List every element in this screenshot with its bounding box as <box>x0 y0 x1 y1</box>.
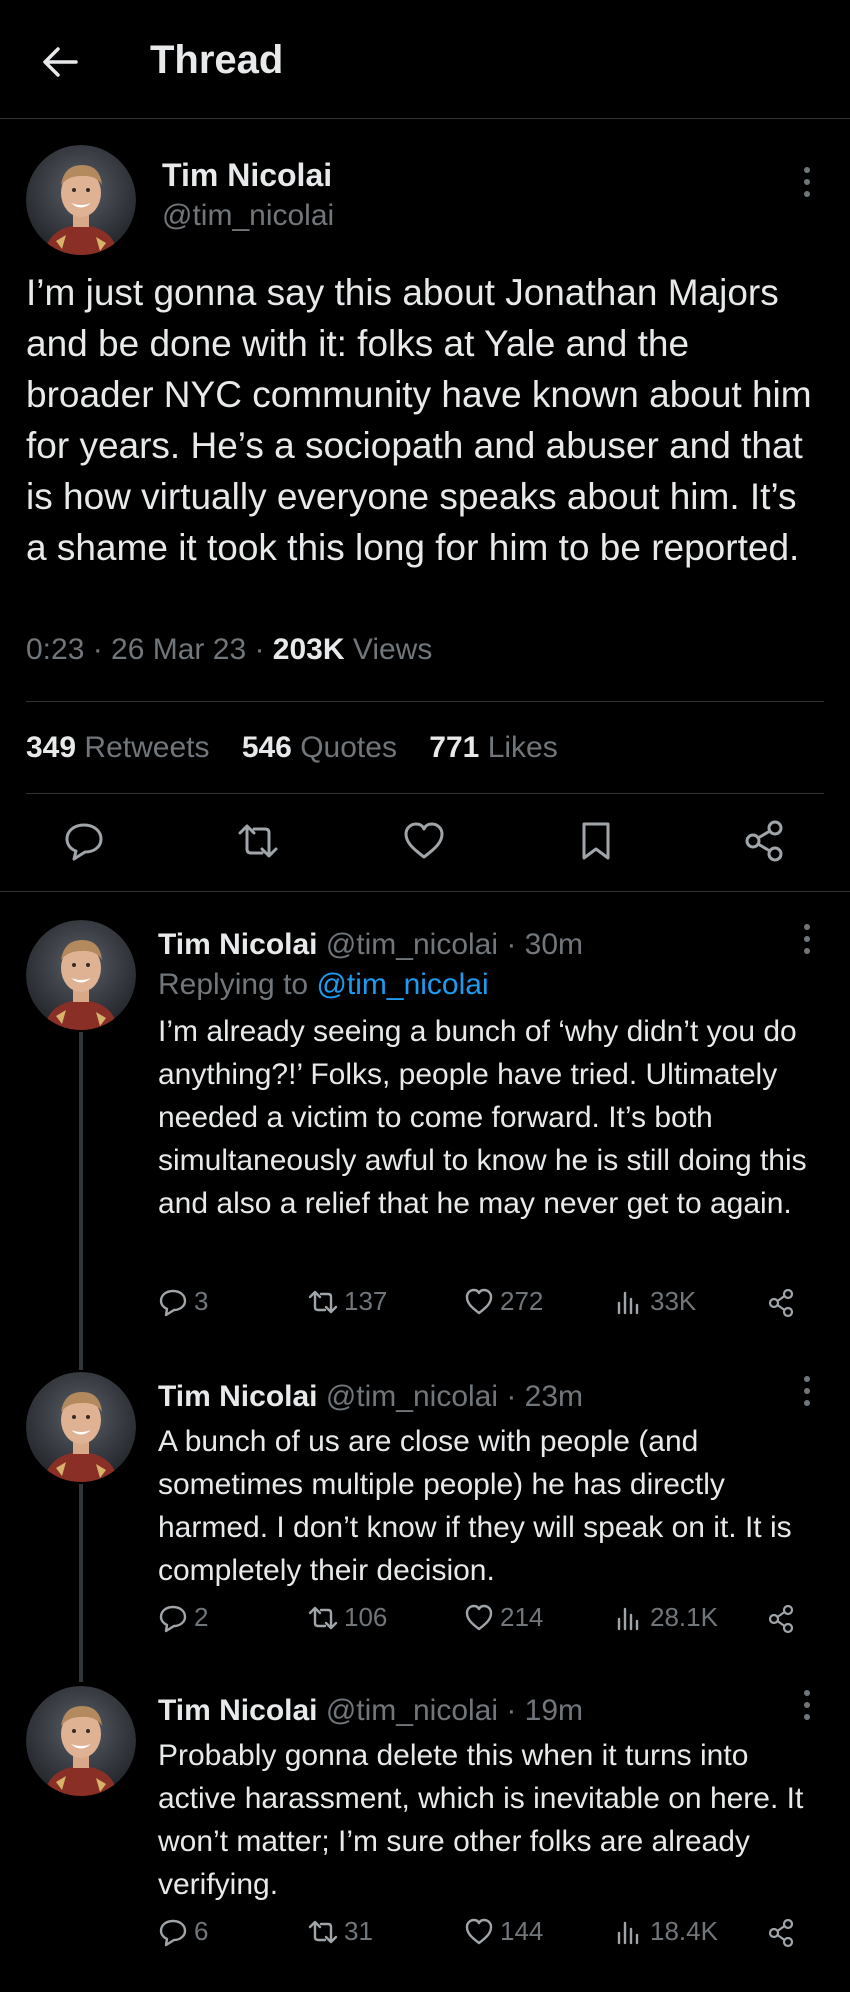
likes-count: 771 <box>429 731 480 764</box>
avatar[interactable] <box>26 1686 136 1796</box>
likes-label: Likes <box>487 731 558 764</box>
more-options-icon[interactable] <box>800 1374 814 1408</box>
tweet-text: I’m already seeing a bunch of ‘why didn’… <box>158 1015 807 1220</box>
views-icon <box>617 1607 639 1630</box>
retweet-icon <box>308 1606 338 1629</box>
reply-tweet[interactable]: Tim Nicolai @tim_nicolai · 30m Replying … <box>0 920 850 1318</box>
more-options-icon[interactable] <box>800 922 814 956</box>
views-count: 203K <box>272 633 345 666</box>
like-icon <box>465 1604 493 1630</box>
quotes-label: Quotes <box>300 731 397 764</box>
reply-icon <box>159 1919 187 1946</box>
engagement-counts: 349 Retweets 546 Quotes 771 Likes <box>26 731 582 765</box>
share-icon[interactable] <box>766 1918 796 1948</box>
retweet-icon <box>308 1290 338 1313</box>
reply-header: Tim Nicolai @tim_nicolai · 30m <box>158 928 583 962</box>
author-name[interactable]: Tim Nicolai <box>158 1694 318 1727</box>
reply-icon <box>159 1605 187 1632</box>
views-count: 18.4K <box>650 1916 718 1946</box>
author-name[interactable]: Tim Nicolai <box>162 157 332 194</box>
like-icon <box>465 1288 493 1314</box>
reply-stats: 6 31 144 18.4K <box>158 1916 808 1950</box>
views-stat[interactable]: 28.1K <box>614 1602 718 1633</box>
likes-stat[interactable]: 771 Likes <box>429 731 557 764</box>
replying-to: Replying to @tim_nicolai <box>158 968 489 1002</box>
tweet-meta: 0:23 · 26 Mar 23 · 203K Views <box>26 633 432 667</box>
author-handle-time[interactable]: @tim_nicolai · 19m <box>326 1694 583 1727</box>
reply-stat[interactable]: 3 <box>158 1286 208 1317</box>
retweet-stat[interactable]: 137 <box>308 1286 387 1317</box>
retweets-count: 349 <box>26 731 77 764</box>
quotes-count: 546 <box>241 731 292 764</box>
back-arrow-icon[interactable] <box>40 42 80 82</box>
like-icon[interactable] <box>402 819 446 863</box>
share-icon[interactable] <box>766 1604 796 1634</box>
views-stat[interactable]: 33K <box>614 1286 696 1317</box>
top-bar: Thread <box>0 0 850 119</box>
tweet-text: I’m just gonna say this about Jonathan M… <box>26 272 812 568</box>
reply-count: 6 <box>194 1916 209 1946</box>
retweet-count: 31 <box>344 1916 373 1946</box>
share-icon[interactable] <box>742 819 786 863</box>
retweet-icon[interactable] <box>236 819 280 863</box>
retweet-count: 137 <box>344 1286 388 1316</box>
avatar[interactable] <box>26 920 136 1030</box>
like-stat[interactable]: 272 <box>464 1286 543 1317</box>
author-name[interactable]: Tim Nicolai <box>158 1380 318 1413</box>
reply-header: Tim Nicolai @tim_nicolai · 23m <box>158 1380 583 1414</box>
like-count: 214 <box>500 1602 544 1632</box>
tweet-text: Probably gonna delete this when it turns… <box>158 1739 804 1901</box>
like-icon <box>465 1918 493 1944</box>
reply-tweet[interactable]: Tim Nicolai @tim_nicolai · 19m Probably … <box>0 1686 850 1986</box>
retweet-stat[interactable]: 31 <box>308 1916 373 1947</box>
author-name[interactable]: Tim Nicolai <box>158 928 318 961</box>
page-title: Thread <box>150 38 284 82</box>
reply-stats: 2 106 214 28.1K <box>158 1602 808 1636</box>
more-options-icon[interactable] <box>800 1688 814 1722</box>
divider <box>26 701 824 702</box>
like-count: 272 <box>500 1286 544 1316</box>
avatar[interactable] <box>26 145 136 255</box>
retweet-count: 106 <box>344 1602 388 1632</box>
reply-stat[interactable]: 6 <box>158 1916 208 1947</box>
like-stat[interactable]: 214 <box>464 1602 543 1633</box>
bookmark-icon[interactable] <box>574 819 618 863</box>
reply-count: 2 <box>194 1602 209 1632</box>
views-stat[interactable]: 18.4K <box>614 1916 718 1947</box>
views-label: Views <box>344 633 433 666</box>
retweet-icon <box>308 1920 338 1943</box>
views-icon <box>617 1291 639 1314</box>
views-count: 28.1K <box>650 1602 718 1632</box>
reply-count: 3 <box>194 1286 209 1316</box>
author-handle[interactable]: @tim_nicolai <box>162 199 334 233</box>
retweets-stat[interactable]: 349 Retweets <box>26 731 209 764</box>
like-count: 144 <box>500 1916 544 1946</box>
reply-icon <box>159 1289 187 1316</box>
reply-icon[interactable] <box>62 819 106 863</box>
like-stat[interactable]: 144 <box>464 1916 543 1947</box>
reply-stat[interactable]: 2 <box>158 1602 208 1633</box>
reply-stats: 3 137 272 33K <box>158 1286 808 1320</box>
quotes-stat[interactable]: 546 Quotes <box>242 731 397 764</box>
avatar[interactable] <box>26 1372 136 1482</box>
retweet-stat[interactable]: 106 <box>308 1602 387 1633</box>
reply-header: Tim Nicolai @tim_nicolai · 19m <box>158 1694 583 1728</box>
author-handle-time[interactable]: @tim_nicolai · 30m <box>326 928 583 961</box>
divider <box>26 793 824 794</box>
views-icon <box>617 1921 639 1944</box>
tweet-time: 0:23 · 26 Mar 23 · <box>26 633 273 666</box>
divider <box>0 891 850 892</box>
replying-prefix: Replying to <box>158 968 317 1001</box>
more-options-icon[interactable] <box>800 165 814 199</box>
replying-to-link[interactable]: @tim_nicolai <box>316 968 488 1001</box>
reply-tweet[interactable]: Tim Nicolai @tim_nicolai · 23m A bunch o… <box>0 1372 850 1672</box>
author-handle-time[interactable]: @tim_nicolai · 23m <box>326 1380 583 1413</box>
retweets-label: Retweets <box>84 731 210 764</box>
views-count: 33K <box>650 1286 697 1316</box>
share-icon[interactable] <box>766 1288 796 1318</box>
tweet-text: A bunch of us are close with people (and… <box>158 1425 792 1587</box>
